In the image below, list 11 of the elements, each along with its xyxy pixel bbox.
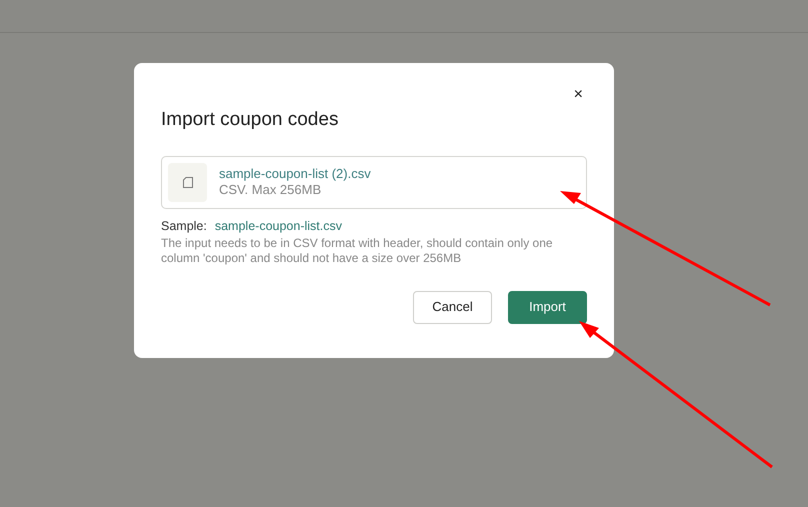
help-text: The input needs to be in CSV format with header, should contain only one column 'coupon' and should not have a size over 256MB: [161, 236, 554, 267]
file-name: sample-coupon-list (2).csv: [219, 166, 371, 182]
file-hint: CSV. Max 256MB: [219, 182, 322, 198]
dialog-title: Import coupon codes: [161, 109, 340, 132]
close-button[interactable]: ×: [570, 85, 587, 105]
sample-label: Sample:: [161, 218, 207, 235]
file-upload-box[interactable]: sample-coupon-list (2).csv CSV. Max 256MB: [161, 156, 587, 209]
file-icon: [168, 162, 207, 202]
cancel-button[interactable]: Cancel: [413, 290, 492, 324]
import-button[interactable]: Import: [508, 290, 587, 324]
sample-link[interactable]: sample-coupon-list.csv: [214, 216, 342, 236]
